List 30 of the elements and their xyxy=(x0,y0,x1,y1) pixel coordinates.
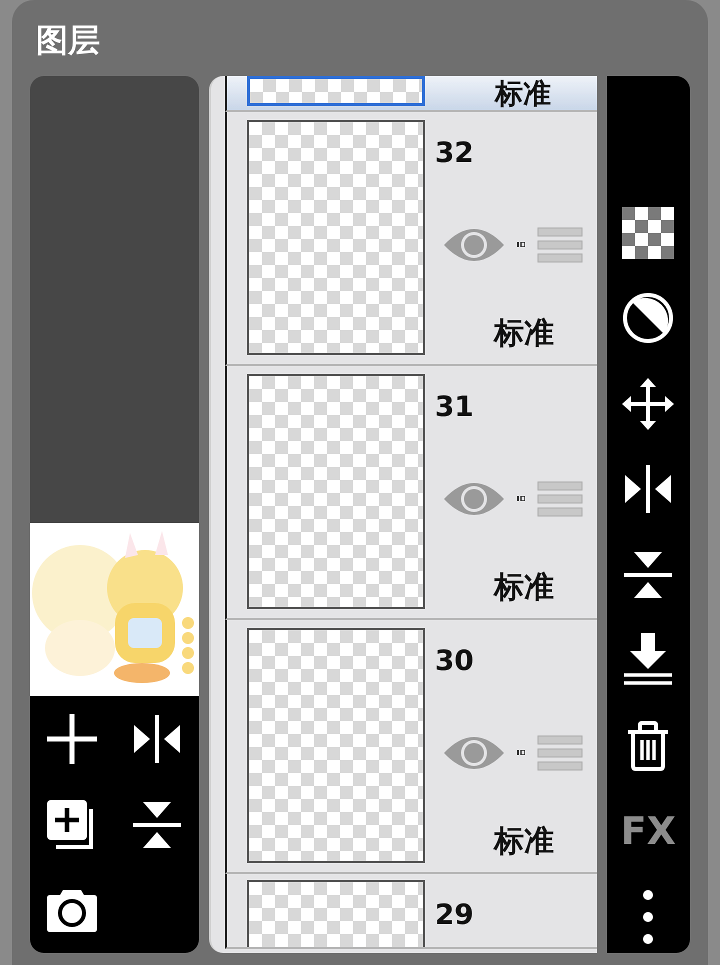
camera-icon[interactable] xyxy=(46,889,98,933)
layer-number: 31 xyxy=(434,390,475,425)
clip-mark-icon xyxy=(516,496,525,501)
panel-title: 图层 xyxy=(35,20,101,61)
layer-row[interactable]: 标准 xyxy=(224,76,597,112)
trash-icon[interactable] xyxy=(626,720,670,772)
layer-row[interactable]: 29 xyxy=(224,874,597,949)
blend-mode-label[interactable]: 标准 xyxy=(434,313,583,354)
move-icon[interactable] xyxy=(622,378,674,430)
layer-row[interactable]: 30 标准 xyxy=(224,620,597,874)
layer-number: 29 xyxy=(434,898,475,933)
add-icon[interactable] xyxy=(45,712,100,766)
flip-horizontal-icon[interactable] xyxy=(132,714,182,764)
blend-mode-label[interactable]: 标准 xyxy=(434,821,583,862)
clip-mark-icon xyxy=(516,750,525,755)
fx-button[interactable]: FX xyxy=(620,809,676,854)
flip-horizontal-icon[interactable] xyxy=(623,464,674,514)
layer-row[interactable]: 31 标准 xyxy=(224,366,597,620)
flip-vertical-icon[interactable] xyxy=(623,550,674,600)
transparency-icon[interactable] xyxy=(622,206,674,259)
more-icon[interactable] xyxy=(642,888,654,945)
clip-mark-icon xyxy=(516,242,525,247)
blend-mode-label[interactable]: 标准 xyxy=(434,567,583,608)
flip-vertical-icon[interactable] xyxy=(132,800,182,850)
contrast-icon[interactable] xyxy=(622,292,674,344)
layer-row[interactable]: 32 标准 xyxy=(224,112,597,366)
layer-number: 32 xyxy=(434,136,475,171)
blend-mode-label[interactable]: 标准 xyxy=(434,78,551,110)
layer-number: 30 xyxy=(434,644,475,679)
merge-down-icon[interactable] xyxy=(622,633,674,688)
